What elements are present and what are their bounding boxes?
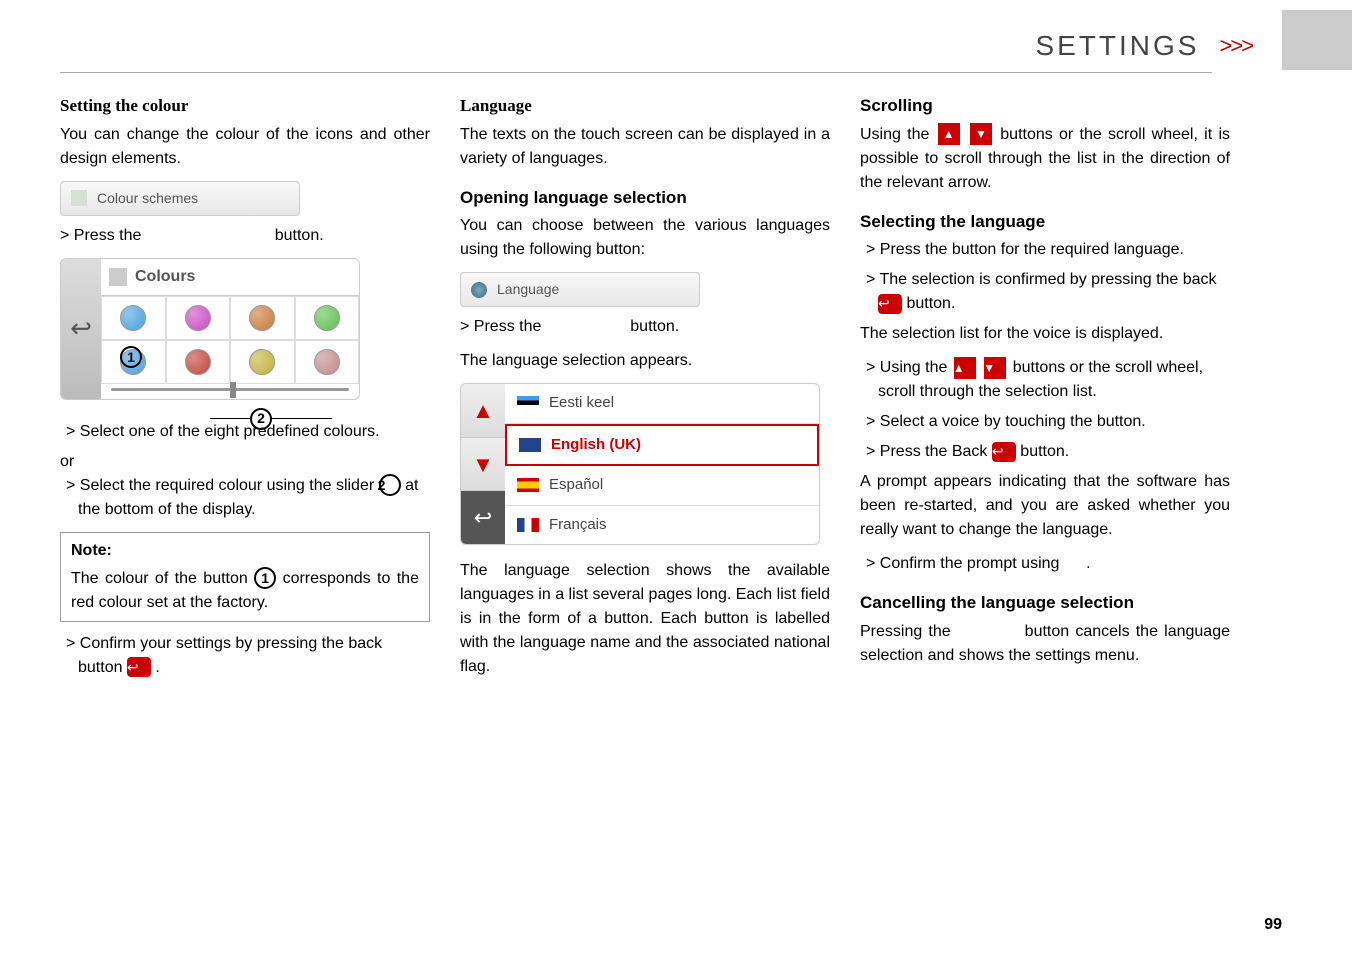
heading-language: Language — [460, 93, 830, 119]
colour-swatch[interactable] — [166, 340, 231, 384]
note-box: Note: The colour of the button 1 corresp… — [60, 532, 430, 622]
palette-icon — [109, 268, 127, 286]
text-colour-intro: You can change the colour of the icons a… — [60, 123, 430, 171]
language-item-espanol[interactable]: Español — [505, 466, 819, 506]
callout-1: 1 — [120, 346, 142, 368]
scroll-down-button[interactable]: ▼ — [461, 438, 505, 492]
colour-swatch[interactable] — [230, 296, 295, 340]
down-arrow-icon: ▼ — [984, 357, 1006, 379]
globe-icon — [471, 282, 487, 298]
text-lang-list-desc: The language selection shows the availab… — [460, 559, 830, 679]
back-arrow-icon[interactable]: ↩ — [61, 259, 101, 399]
colour-schemes-button[interactable]: Colour schemes — [60, 181, 300, 216]
text-voice-list: The selection list for the voice is disp… — [860, 322, 1230, 346]
back-button[interactable]: ↩ — [461, 491, 505, 544]
language-button[interactable]: Language — [460, 272, 700, 307]
heading-cancel-lang: Cancelling the language selection — [860, 590, 1230, 616]
colours-panel-title: Colours — [101, 259, 359, 296]
step-scroll-voice: > Using the ▲ ▼ buttons or the scroll wh… — [860, 356, 1230, 404]
page-number: 99 — [1264, 916, 1282, 934]
colour-swatch[interactable] — [230, 340, 295, 384]
colour-slider[interactable] — [111, 388, 349, 391]
colours-panel: ↩ Colours — [60, 258, 360, 400]
callout-2: 2 — [250, 408, 272, 430]
text-scroll-intro: Using the ▲ ▼ buttons or the scroll whee… — [860, 123, 1230, 195]
step-select-slider: > Select the required colour using the s… — [60, 474, 430, 522]
language-item-english-uk[interactable]: English (UK) — [505, 424, 819, 467]
text-or: or — [60, 450, 430, 474]
ref-callout-2: 2 — [379, 474, 401, 496]
up-arrow-icon: ▲ — [938, 123, 960, 145]
step-confirm-back: > The selection is confirmed by pressing… — [860, 268, 1230, 316]
step-confirm-prompt: > Confirm the prompt using . — [860, 552, 1230, 576]
up-arrow-icon: ▲ — [954, 357, 976, 379]
side-tab — [1282, 10, 1352, 70]
heading-scrolling: Scrolling — [860, 93, 1230, 119]
flag-uk-icon — [519, 438, 541, 452]
slider-thumb[interactable] — [230, 382, 236, 398]
press-colour-schemes: > Press the button. — [60, 224, 430, 248]
colour-swatch[interactable] — [295, 296, 360, 340]
step-confirm-back: > Confirm your settings by pressing the … — [60, 632, 430, 680]
colour-swatch[interactable] — [101, 296, 166, 340]
text-choose-lang: You can choose between the various langu… — [460, 214, 830, 262]
note-text: The colour of the button 1 corresponds t… — [71, 567, 419, 615]
step-select-voice: > Select a voice by touching the button. — [860, 410, 1230, 434]
text-lang-appears: The language selection appears. — [460, 349, 830, 373]
note-label: Note: — [71, 539, 419, 563]
step-press-lang: > Press the button for the required lang… — [860, 238, 1230, 262]
flag-es-icon — [517, 478, 539, 492]
colour-swatch[interactable] — [295, 340, 360, 384]
chevron-breadcrumb: >>> — [1219, 33, 1252, 59]
language-item-francais[interactable]: Français — [505, 506, 819, 545]
column-colour: Setting the colour You can change the co… — [60, 93, 430, 689]
language-button-label: Language — [497, 279, 559, 300]
text-cancel-desc: Pressing the button cancels the language… — [860, 620, 1230, 668]
heading-setting-colour: Setting the colour — [60, 93, 430, 119]
text-restart-prompt: A prompt appears indicating that the sof… — [860, 470, 1230, 542]
text-language-intro: The texts on the touch screen can be dis… — [460, 123, 830, 171]
step-press-back: > Press the Back ↩ button. — [860, 440, 1230, 464]
colour-schemes-label: Colour schemes — [97, 188, 198, 209]
language-list-panel: ▲ ▼ ↩ Eesti keel English (UK) Español Fr… — [460, 383, 820, 545]
ref-callout-1: 1 — [254, 567, 276, 589]
heading-select-language: Selecting the language — [860, 209, 1230, 235]
down-arrow-icon: ▼ — [970, 123, 992, 145]
flag-fr-icon — [517, 518, 539, 532]
back-icon: ↩ — [878, 294, 902, 314]
scroll-up-button[interactable]: ▲ — [461, 384, 505, 438]
colour-swatch[interactable] — [166, 296, 231, 340]
column-language: Language The texts on the touch screen c… — [460, 93, 830, 689]
flag-ee-icon — [517, 396, 539, 410]
back-icon: ↩ — [127, 657, 151, 677]
palette-icon — [71, 190, 87, 206]
column-scrolling: Scrolling Using the ▲ ▼ buttons or the s… — [860, 93, 1230, 689]
language-item-eesti[interactable]: Eesti keel — [505, 384, 819, 424]
back-icon: ↩ — [992, 442, 1016, 462]
heading-open-lang: Opening language selection — [460, 185, 830, 211]
press-language: > Press the button. — [460, 315, 830, 339]
page-header: SETTINGS — [1035, 30, 1199, 62]
